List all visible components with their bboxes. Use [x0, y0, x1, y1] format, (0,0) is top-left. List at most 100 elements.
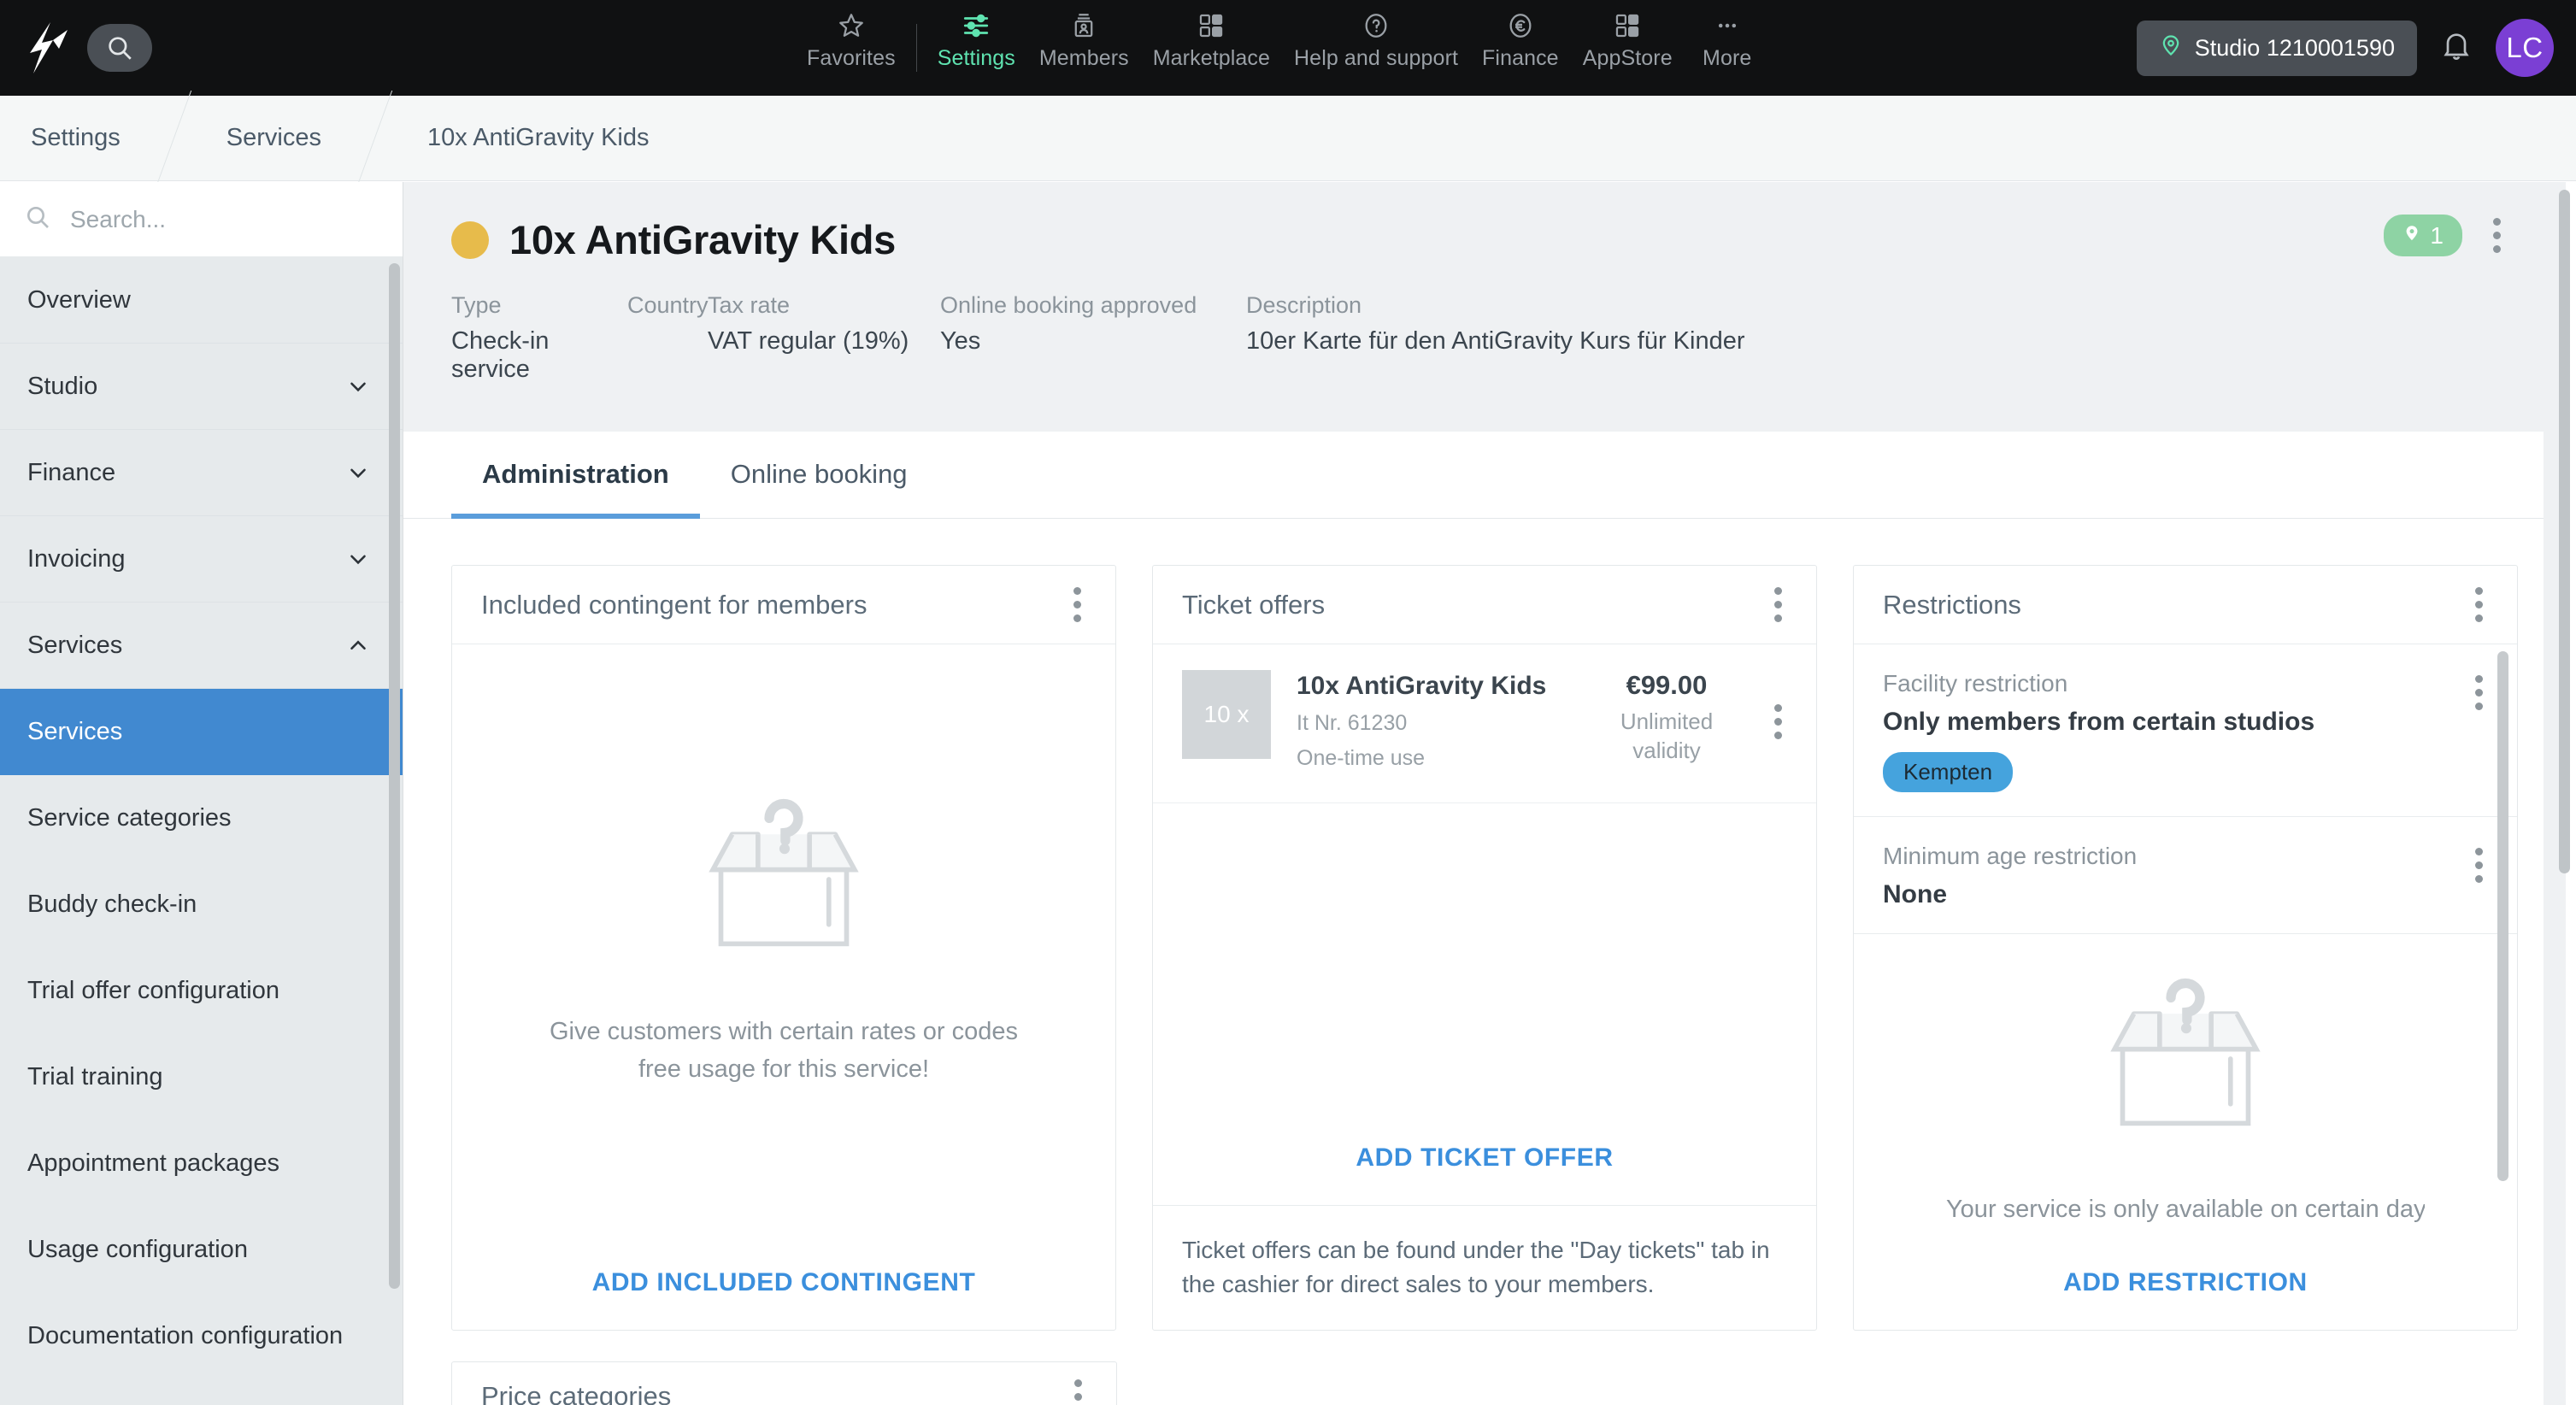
- nav-label: Settings: [938, 46, 1015, 71]
- card-more-options-button[interactable]: [2470, 582, 2488, 627]
- sidebar-item-services-group[interactable]: Services: [0, 603, 403, 689]
- breadcrumb-item-current[interactable]: 10x AntiGravity Kids: [391, 96, 685, 180]
- sidebar-item-label: Overview: [27, 286, 131, 315]
- restriction-item-facility[interactable]: Facility restriction Only members from c…: [1854, 644, 2517, 817]
- add-ticket-offer-button[interactable]: ADD TICKET OFFER: [1153, 1114, 1816, 1205]
- sliders-icon: [962, 7, 991, 44]
- meta-value: VAT regular (19%): [708, 327, 940, 356]
- sidebar-item-studio[interactable]: Studio: [0, 344, 403, 430]
- empty-box-question-icon: [686, 796, 881, 967]
- restriction-more-options-button[interactable]: [2470, 670, 2488, 715]
- restriction-content: Minimum age restriction None: [1883, 843, 2137, 909]
- bottom-card-placeholder: [1854, 1361, 2518, 1405]
- add-restriction-button[interactable]: ADD RESTRICTION: [1854, 1239, 2517, 1330]
- user-avatar[interactable]: LC: [2496, 19, 2554, 77]
- bottom-card-placeholder: [1153, 1361, 1817, 1405]
- nav-item-marketplace[interactable]: Marketplace: [1141, 7, 1282, 71]
- meta-value: Yes: [940, 327, 1246, 356]
- restriction-more-options-button[interactable]: [2470, 843, 2488, 888]
- sidebar-item-service-categories[interactable]: Service categories: [0, 775, 403, 861]
- meta-label: Type: [451, 292, 627, 319]
- nav-item-help-and-support[interactable]: Help and support: [1282, 7, 1470, 71]
- question-circle-icon: [1362, 7, 1391, 44]
- nav-item-settings[interactable]: Settings: [926, 7, 1027, 71]
- page-scrollbar[interactable]: [2559, 190, 2570, 873]
- global-search-button[interactable]: [87, 24, 152, 72]
- breadcrumb-item-services[interactable]: Services: [191, 96, 357, 180]
- notifications-button[interactable]: [2439, 29, 2473, 68]
- sidebar-search[interactable]: [0, 182, 403, 257]
- nav-item-favorites[interactable]: Favorites: [795, 7, 908, 71]
- search-icon: [105, 33, 134, 62]
- location-count-badge[interactable]: 1: [2384, 215, 2462, 256]
- sidebar-item-trial-offer-configuration[interactable]: Trial offer configuration: [0, 948, 403, 1034]
- nav-item-more[interactable]: More: [1685, 7, 1770, 71]
- ticket-offer-price: €99.00: [1590, 670, 1744, 701]
- card-price-categories: Price categories: [451, 1361, 1117, 1405]
- sidebar-item-services[interactable]: Services: [0, 689, 403, 775]
- restriction-value: Only members from certain studios: [1883, 708, 2314, 737]
- ticket-offer-name: 10x AntiGravity Kids: [1297, 670, 1564, 702]
- member-card-icon: [1069, 7, 1098, 44]
- restriction-value: None: [1883, 880, 2137, 909]
- page-title: 10x AntiGravity Kids: [509, 216, 896, 263]
- card-ticket-offers: Ticket offers 10 x 10x AntiGravity Kids …: [1152, 565, 1817, 1331]
- card-more-options-button[interactable]: [1769, 582, 1787, 627]
- restriction-item-minimum-age[interactable]: Minimum age restriction None: [1854, 817, 2517, 934]
- card-title: Ticket offers: [1182, 590, 1325, 620]
- tab-online-booking[interactable]: Online booking: [700, 432, 938, 519]
- sidebar-item-label: Studio: [27, 373, 97, 401]
- ticket-offer-row[interactable]: 10 x 10x AntiGravity Kids It Nr. 61230 O…: [1153, 644, 1816, 803]
- sidebar-search-input[interactable]: [70, 206, 352, 233]
- chevron-up-icon: [345, 632, 371, 658]
- nav-item-appstore[interactable]: AppStore: [1571, 7, 1685, 71]
- add-included-contingent-button[interactable]: ADD INCLUDED CONTINGENT: [452, 1239, 1115, 1330]
- tab-bar: Administration Online booking: [403, 432, 2566, 519]
- restrictions-empty-text: Your service is only available on certai…: [1946, 1191, 2425, 1229]
- sidebar-item-trial-training[interactable]: Trial training: [0, 1034, 403, 1120]
- sidebar-item-finance[interactable]: Finance: [0, 430, 403, 516]
- restrictions-scroll-area[interactable]: Facility restriction Only members from c…: [1854, 644, 2517, 1239]
- page-header: 10x AntiGravity Kids 1 Type Check-in ser…: [403, 182, 2566, 384]
- card-more-options-button[interactable]: [1068, 582, 1086, 627]
- nav-item-finance[interactable]: Finance: [1470, 7, 1571, 71]
- restrictions-scrollbar[interactable]: [2497, 651, 2508, 1181]
- restriction-chip-kempten[interactable]: Kempten: [1883, 752, 2013, 792]
- breadcrumb: Settings Services 10x AntiGravity Kids: [0, 96, 2576, 181]
- empty-state: Give customers with certain rates or cod…: [452, 644, 1115, 1239]
- sidebar-item-usage-configuration[interactable]: Usage configuration: [0, 1207, 403, 1293]
- ticket-offer-item-number: It Nr. 61230: [1297, 709, 1564, 738]
- grid-icon: [1613, 7, 1642, 44]
- sidebar-item-appointment-packages[interactable]: Appointment packages: [0, 1120, 403, 1207]
- ticket-offer-price-block: €99.00 Unlimited validity: [1590, 670, 1744, 766]
- card-more-options-button[interactable]: [1069, 1374, 1087, 1405]
- status-indicator-dot: [451, 221, 489, 259]
- restriction-content: Facility restriction Only members from c…: [1883, 670, 2314, 792]
- sidebar-item-label: Services: [27, 632, 122, 660]
- nav-label: AppStore: [1583, 46, 1673, 71]
- sidebar-item-documentation-configuration[interactable]: Documentation configuration: [0, 1293, 403, 1379]
- sidebar-scrollbar[interactable]: [389, 263, 400, 1289]
- tab-administration[interactable]: Administration: [451, 432, 700, 519]
- ticket-offer-thumbnail: 10 x: [1182, 670, 1271, 759]
- magicline-star-logo-icon[interactable]: [19, 17, 80, 79]
- nav-item-members[interactable]: Members: [1027, 7, 1141, 71]
- chevron-down-icon: [345, 546, 371, 572]
- sidebar-item-overview[interactable]: Overview: [0, 257, 403, 344]
- ticket-offer-more-options-button[interactable]: [1769, 699, 1787, 744]
- sidebar-item-buddy-check-in[interactable]: Buddy check-in: [0, 861, 403, 948]
- page-title-row: 10x AntiGravity Kids 1: [451, 216, 2518, 263]
- main-content: 10x AntiGravity Kids 1 Type Check-in ser…: [403, 182, 2566, 1405]
- star-icon: [837, 7, 866, 44]
- breadcrumb-item-settings[interactable]: Settings: [0, 96, 156, 180]
- breadcrumb-divider: [156, 96, 191, 180]
- page-more-options-button[interactable]: [2488, 213, 2506, 258]
- meta-value: 10er Karte für den AntiGravity Kurs für …: [1246, 327, 1745, 356]
- studio-selector-button[interactable]: Studio 1210001590: [2137, 21, 2417, 76]
- nav-label: Marketplace: [1153, 46, 1270, 71]
- bell-icon: [2439, 29, 2473, 63]
- restrictions-empty-state: Your service is only available on certai…: [1854, 934, 2517, 1239]
- sidebar-item-invoicing[interactable]: Invoicing: [0, 516, 403, 603]
- card-header: Restrictions: [1854, 566, 2517, 644]
- meta-description: Description 10er Karte für den AntiGravi…: [1246, 292, 1745, 384]
